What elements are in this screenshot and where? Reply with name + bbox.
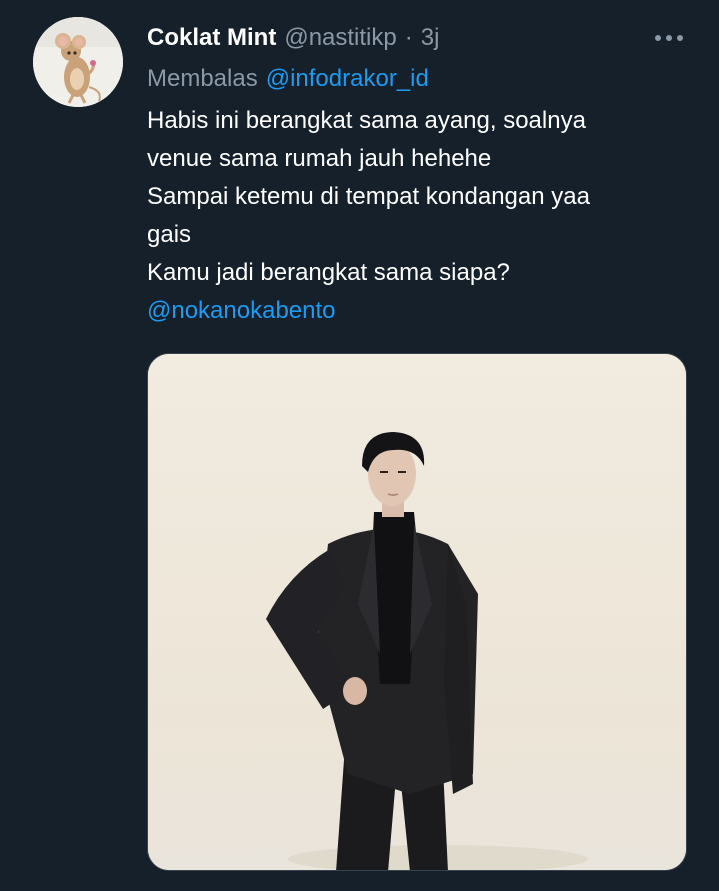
reply-context: Membalas @infodrakor_id	[147, 61, 429, 97]
tweet-photo[interactable]	[147, 353, 687, 871]
tweet-text-line: Habis ini berangkat sama ayang, soalnya	[147, 107, 586, 134]
tweet-text-line: Kamu jadi berangkat sama siapa?	[147, 259, 510, 286]
tweet: Coklat Mint @nastitikp · 3j Membalas @in…	[0, 0, 719, 891]
tweet-header: Coklat Mint @nastitikp · 3j	[147, 20, 439, 56]
avatar-image	[33, 17, 123, 107]
timestamp[interactable]: 3j	[421, 24, 440, 52]
reply-to-handle[interactable]: @infodrakor_id	[266, 65, 429, 93]
photo-person-in-black-suit	[148, 354, 686, 870]
more-options-button[interactable]	[648, 24, 690, 52]
display-name[interactable]: Coklat Mint	[147, 24, 276, 52]
tweet-text-line: venue sama rumah jauh hehehe	[147, 145, 492, 172]
separator-dot: ·	[404, 24, 413, 51]
tweet-text-line: Sampai ketemu di tempat kondangan yaa	[147, 183, 590, 210]
tweet-text: Habis ini berangkat sama ayang, soalnya …	[147, 102, 687, 330]
reply-prefix: Membalas	[147, 65, 258, 92]
user-handle[interactable]: @nastitikp	[284, 24, 396, 52]
mention-link[interactable]: @nokanokabento	[147, 292, 687, 330]
more-horizontal-icon	[655, 35, 683, 41]
avatar[interactable]	[33, 17, 123, 107]
tweet-text-line: gais	[147, 221, 192, 248]
